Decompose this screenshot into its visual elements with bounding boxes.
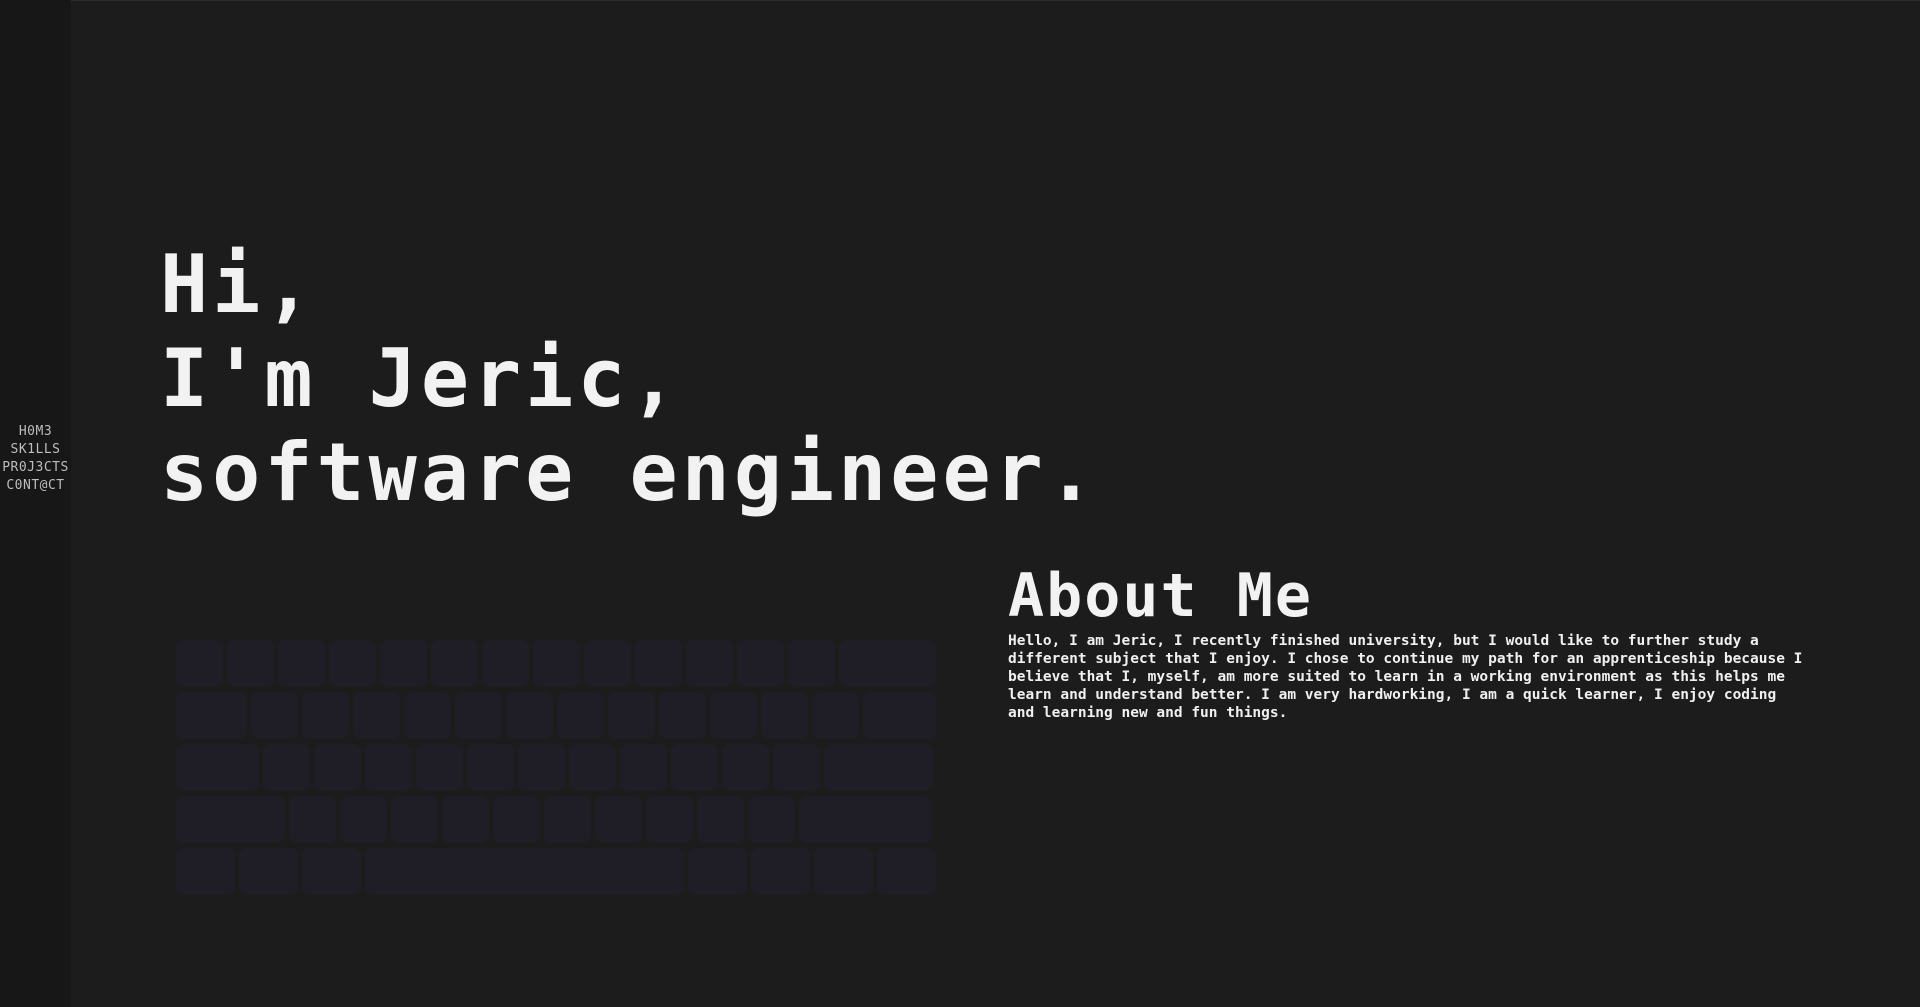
keyboard-key xyxy=(176,692,247,739)
keyboard-key xyxy=(863,692,936,739)
keyboard-key xyxy=(506,692,553,739)
keyboard-key xyxy=(251,692,298,739)
keyboard-key xyxy=(595,796,642,843)
keyboard-key xyxy=(176,640,223,687)
keyboard-key xyxy=(391,796,438,843)
keyboard-key xyxy=(302,692,349,739)
keyboard-key xyxy=(788,640,835,687)
keyboard-key xyxy=(761,692,808,739)
keyboard-key xyxy=(608,692,655,739)
keyboard-key xyxy=(635,640,682,687)
keyboard-row xyxy=(176,744,938,791)
keyboard-key xyxy=(814,848,873,895)
keyboard-key xyxy=(404,692,451,739)
keyboard-key xyxy=(799,796,932,843)
keyboard-key xyxy=(340,796,387,843)
keyboard-key xyxy=(493,796,540,843)
keyboard-key xyxy=(659,692,706,739)
keyboard-key xyxy=(646,796,693,843)
keyboard-key xyxy=(710,692,757,739)
keyboard-key xyxy=(365,744,412,791)
keyboard-key xyxy=(314,744,361,791)
keyboard-graphic xyxy=(176,640,938,896)
keyboard-key xyxy=(584,640,631,687)
keyboard-key xyxy=(773,744,820,791)
keyboard-key xyxy=(353,692,400,739)
keyboard-key xyxy=(722,744,769,791)
keyboard-key xyxy=(380,640,427,687)
keyboard-key xyxy=(671,744,718,791)
keyboard-key xyxy=(688,848,747,895)
keyboard-key xyxy=(416,744,463,791)
keyboard-key xyxy=(482,640,529,687)
keyboard-key xyxy=(176,796,285,843)
keyboard-key xyxy=(329,640,376,687)
top-border xyxy=(0,0,1920,1)
keyboard-key xyxy=(686,640,733,687)
keyboard-key xyxy=(227,640,274,687)
keyboard-key xyxy=(176,848,235,895)
hero-line-name: I'm Jeric, xyxy=(160,332,682,425)
keyboard-key xyxy=(365,848,684,895)
keyboard-key xyxy=(431,640,478,687)
nav-item-skills[interactable]: SK1LLS xyxy=(11,441,61,459)
about-title: About Me xyxy=(1008,561,1313,631)
about-text: Hello, I am Jeric, I recently finished u… xyxy=(1008,633,1803,721)
keyboard-key xyxy=(442,796,489,843)
keyboard-key xyxy=(455,692,502,739)
keyboard-key xyxy=(620,744,667,791)
nav-item-home[interactable]: H0M3 xyxy=(19,423,52,441)
hero-heading: Hi, I'm Jeric, software engineer. xyxy=(160,238,1099,520)
keyboard-row xyxy=(176,692,938,739)
keyboard-key xyxy=(737,640,784,687)
keyboard-key xyxy=(839,640,936,687)
keyboard-key xyxy=(748,796,795,843)
keyboard-key xyxy=(467,744,514,791)
keyboard-key xyxy=(557,692,604,739)
keyboard-key xyxy=(239,848,298,895)
keyboard-key xyxy=(877,848,936,895)
sidebar: H0M3 SK1LLS PR0J3CTS C0NT@CT xyxy=(0,0,71,1007)
keyboard-key xyxy=(518,744,565,791)
nav-item-projects[interactable]: PR0J3CTS xyxy=(2,459,69,477)
keyboard-key xyxy=(302,848,361,895)
keyboard-key xyxy=(697,796,744,843)
nav-item-contact[interactable]: C0NT@CT xyxy=(6,477,64,495)
keyboard-key xyxy=(824,744,933,791)
hero-line-role: software engineer. xyxy=(160,426,1099,519)
keyboard-row xyxy=(176,796,938,843)
keyboard-key xyxy=(533,640,580,687)
keyboard-key xyxy=(263,744,310,791)
keyboard-key xyxy=(569,744,616,791)
side-nav: H0M3 SK1LLS PR0J3CTS C0NT@CT xyxy=(0,423,71,495)
keyboard-key xyxy=(176,744,259,791)
keyboard-key xyxy=(751,848,810,895)
keyboard-key xyxy=(278,640,325,687)
keyboard-row xyxy=(176,848,938,895)
keyboard-key xyxy=(289,796,336,843)
keyboard-key xyxy=(544,796,591,843)
keyboard-row xyxy=(176,640,938,687)
keyboard-key xyxy=(812,692,859,739)
hero-line-greeting: Hi, xyxy=(160,238,317,331)
